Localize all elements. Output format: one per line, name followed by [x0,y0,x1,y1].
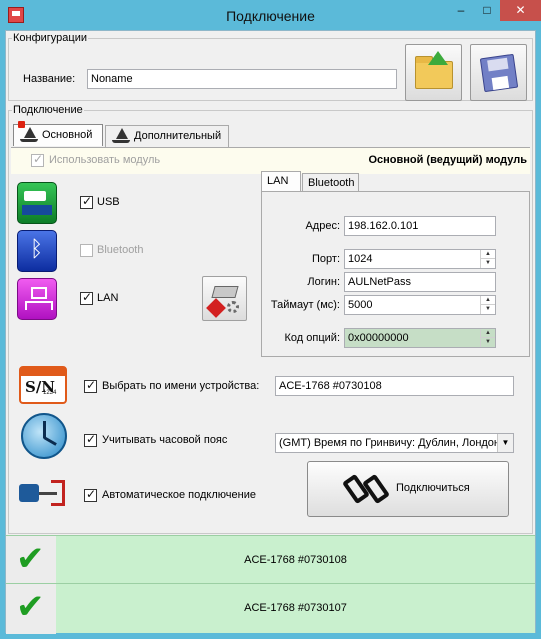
use-module-checkbox[interactable] [31,152,44,167]
save-config-button[interactable] [470,44,527,101]
timezone-value: (GMT) Время по Гринвичу: Дублин, Лондон [279,437,500,449]
select-by-name-checkbox[interactable] [84,378,97,393]
open-config-button[interactable] [405,44,462,101]
subtab-bluetooth[interactable]: Bluetooth [302,173,359,193]
sn-icon-number: 1234 [43,390,57,396]
lan-settings-panel: Адрес: 198.162.0.101 Порт: 1024 ▲ ▼ Логин… [261,191,530,357]
timezone-globe-icon [21,413,67,459]
auto-connect-checkbox[interactable] [84,487,97,502]
login-label: Логин: [307,276,340,288]
timeout-input[interactable]: 5000 ▲ ▼ [344,295,496,315]
device-icon [211,286,239,298]
port-value: 1024 [348,253,373,265]
floppy-save-icon [479,53,519,93]
tab-additional[interactable]: Дополнительный [105,125,229,147]
address-input[interactable]: 198.162.0.101 [344,216,496,236]
spin-up-icon[interactable]: ▲ [481,296,495,305]
lan-label: LAN [97,292,119,304]
socket [51,480,65,506]
timeout-value: 5000 [348,299,373,311]
device-status-cell: ✔ [6,584,56,634]
auto-connect-label: Автоматическое подключение [102,489,256,501]
spin-down-icon[interactable]: ▼ [481,305,495,314]
plug-socket-icon [19,474,67,514]
sailboat-icon [20,127,38,143]
minimize-button[interactable]: – [448,0,474,21]
timezone-label: Учитывать часовой пояс [102,434,228,446]
port-input[interactable]: 1024 ▲ ▼ [344,249,496,269]
spin-down-icon[interactable]: ▼ [481,259,495,268]
device-name: ACE-1768 #0730108 [244,554,347,566]
tab-additional-label: Дополнительный [134,130,222,142]
options-spinner[interactable]: ▲ ▼ [480,329,495,347]
options-code-value: 0x00000000 [348,332,409,344]
close-button[interactable]: ✕ [500,0,541,21]
device-status-cell: ✔ [6,536,56,586]
green-check-icon: ✔ [16,587,45,627]
warning-icon [206,298,226,318]
timezone-select[interactable]: (GMT) Время по Гринвичу: Дублин, Лондон … [275,433,514,453]
app-window: Подключение – □ ✕ Конфигурации Название:… [0,0,541,639]
dialog-body: Конфигурации Название: Noname Подключени… [5,30,536,634]
usb-icon [17,182,57,224]
arrow-up-icon [428,51,448,65]
main-tab-panel: Использовать модуль Основной (ведущий) м… [11,147,530,527]
login-input[interactable]: AULNetPass [344,272,496,292]
folder-open-icon [415,56,453,89]
configurations-group: Конфигурации Название: Noname [8,32,533,101]
chevron-down-icon[interactable]: ▼ [497,434,513,452]
tab-main[interactable]: Основной [13,121,103,146]
select-by-name-label: Выбрать по имени устройства: [102,380,260,392]
device-row[interactable]: ✔ ACE-1768 #0730107 [6,583,535,634]
sailboat-icon [112,128,130,144]
green-check-icon: ✔ [16,539,45,579]
configurations-legend: Конфигурации [13,32,88,44]
connect-button[interactable]: Подключиться [307,461,509,517]
active-marker-icon [18,121,25,128]
connection-legend: Подключение [13,104,83,116]
usb-checkbox[interactable] [80,194,93,209]
options-code-label: Код опций: [284,332,340,344]
port-label: Порт: [312,253,340,265]
bluetooth-label: Bluetooth [97,244,144,256]
gear-icon [227,301,239,313]
maximize-button[interactable]: □ [474,0,500,21]
lan-checkbox[interactable] [80,290,93,305]
title-bar: Подключение – □ ✕ [0,0,541,30]
timeout-label: Таймаут (мс): [270,299,340,311]
spin-down-icon[interactable]: ▼ [481,338,495,347]
module-role-label: Основной (ведущий) модуль [368,154,527,166]
config-name-input[interactable]: Noname [87,69,397,89]
subtab-lan[interactable]: LAN [261,171,301,191]
spin-up-icon[interactable]: ▲ [481,250,495,259]
port-spinner[interactable]: ▲ ▼ [480,250,495,268]
options-code-input[interactable]: 0x00000000 ▲ ▼ [344,328,496,348]
connection-group: Подключение Основной Дополнительный Испо… [8,104,533,534]
timeout-spinner[interactable]: ▲ ▼ [480,296,495,314]
plug-body [19,484,39,502]
bluetooth-icon [17,230,57,272]
device-row[interactable]: ✔ ACE-1768 #0730108 [6,535,535,586]
lan-icon [17,278,57,320]
use-module-label: Использовать модуль [49,154,161,166]
timezone-checkbox[interactable] [84,432,97,447]
device-settings-button[interactable] [202,276,247,321]
name-label: Название: [23,73,76,85]
usb-label: USB [97,196,120,208]
spin-up-icon[interactable]: ▲ [481,329,495,338]
serial-number-icon: S/N 1234 [19,366,67,404]
address-label: Адрес: [305,220,340,232]
sn-icon-header [21,368,65,376]
plug-connect-icon [341,473,391,505]
bluetooth-checkbox[interactable] [80,244,93,257]
device-name-input[interactable]: ACE-1768 #0730108 [275,376,514,396]
device-name: ACE-1768 #0730107 [244,602,347,614]
tab-main-label: Основной [42,129,93,141]
connect-button-label: Подключиться [396,482,470,494]
